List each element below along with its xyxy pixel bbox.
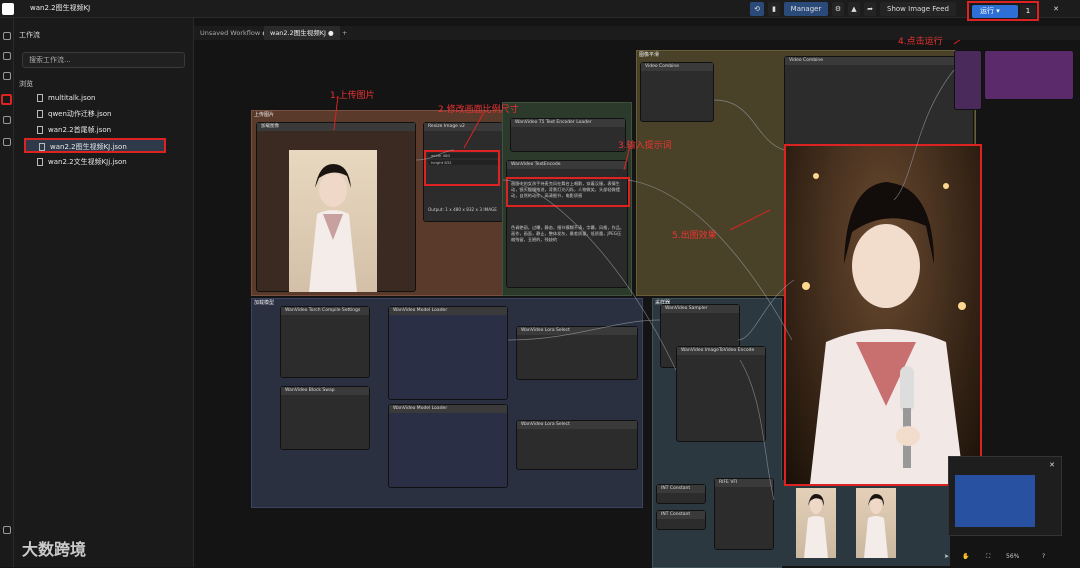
bottom-toolbar: ➤ ✋ ⛶ 56% ?: [938, 548, 1080, 567]
tab-bar: Unsaved Workflow ● wan2.2图生视频KJ ● +: [194, 26, 1080, 40]
left-toolbar: [0, 18, 14, 567]
manager-label: Manager: [790, 5, 822, 13]
queue-panel-icon[interactable]: [3, 116, 11, 124]
show-image-feed-button[interactable]: Show Image Feed: [880, 2, 956, 16]
history-icon[interactable]: [3, 32, 11, 40]
help-icon[interactable]: ?: [1042, 553, 1045, 560]
run-count[interactable]: 1: [1020, 5, 1036, 18]
hand-icon[interactable]: ✋: [962, 553, 969, 560]
file-label: wan2.2图生视频KJ.json: [50, 143, 127, 151]
node-icon[interactable]: ⚙: [832, 2, 844, 16]
templates-icon[interactable]: [3, 138, 11, 146]
share-icon[interactable]: ➦: [864, 2, 876, 16]
workflow-icon[interactable]: [1, 94, 12, 105]
file-icon: [37, 126, 43, 134]
minimap[interactable]: ✕: [948, 456, 1062, 536]
manager-button[interactable]: Manager: [784, 2, 828, 16]
run-box-highlight: 运行 ▾ 1: [967, 1, 1039, 21]
brand-watermark: 大数跨境: [22, 540, 87, 559]
node-library-icon[interactable]: [3, 72, 11, 80]
tab-label: wan2.2图生视频KJ: [270, 29, 326, 37]
queue-icon[interactable]: ⟲: [750, 2, 764, 16]
minimap-view: [955, 475, 1035, 527]
select-icon[interactable]: ➤: [944, 553, 949, 560]
tab-unsaved[interactable]: Unsaved Workflow ●: [194, 26, 274, 40]
workflow-selector[interactable]: wan2.2图生视频KJ: [30, 3, 90, 13]
close-icon[interactable]: ✕: [1049, 461, 1055, 469]
zoom-value[interactable]: 56%: [1006, 553, 1019, 560]
file-icon: [37, 110, 43, 118]
close-icon[interactable]: ✕: [1050, 2, 1062, 16]
show-image-feed-label: Show Image Feed: [887, 5, 949, 13]
list-item[interactable]: wan2.2首尾帧.json: [24, 123, 184, 138]
workflow-panel: 工作流 搜索工作流... 浏览 multitalk.json qwen动作迁移.…: [14, 18, 194, 567]
file-icon: [39, 143, 45, 151]
tab-label: Unsaved Workflow: [200, 29, 261, 37]
file-icon: [37, 94, 43, 102]
run-button[interactable]: 运行 ▾: [972, 5, 1018, 18]
fit-icon[interactable]: ⛶: [986, 553, 990, 561]
file-label: wan2.2文生视频KJj.json: [48, 158, 127, 166]
tab-active[interactable]: wan2.2图生视频KJ ●: [264, 26, 340, 40]
settings-icon[interactable]: [3, 526, 11, 534]
list-item-selected[interactable]: wan2.2图生视频KJ.json: [24, 138, 166, 153]
bookmark-icon[interactable]: ▮: [768, 2, 780, 16]
run-label: 运行: [980, 7, 994, 15]
list-item[interactable]: wan2.2文生视频KJj.json: [24, 155, 184, 170]
file-label: wan2.2首尾帧.json: [48, 126, 112, 134]
file-icon: [37, 158, 43, 166]
list-item[interactable]: multitalk.json: [24, 91, 184, 106]
model-icon[interactable]: [3, 52, 11, 60]
file-label: multitalk.json: [48, 94, 96, 102]
comfy-logo-icon[interactable]: [2, 3, 14, 15]
search-input[interactable]: 搜索工作流...: [22, 52, 185, 68]
panel-title: 工作流: [19, 31, 40, 39]
browse-section: 浏览: [19, 80, 33, 88]
align-icon[interactable]: ▲: [848, 2, 860, 16]
new-tab-button[interactable]: +: [336, 26, 353, 40]
top-bar: wan2.2图生视频KJ ⟲ ▮ Manager ⚙ ▲ ➦ Show Imag…: [0, 0, 1080, 21]
file-label: qwen动作迁移.json: [48, 110, 112, 118]
list-item[interactable]: qwen动作迁移.json: [24, 107, 184, 122]
